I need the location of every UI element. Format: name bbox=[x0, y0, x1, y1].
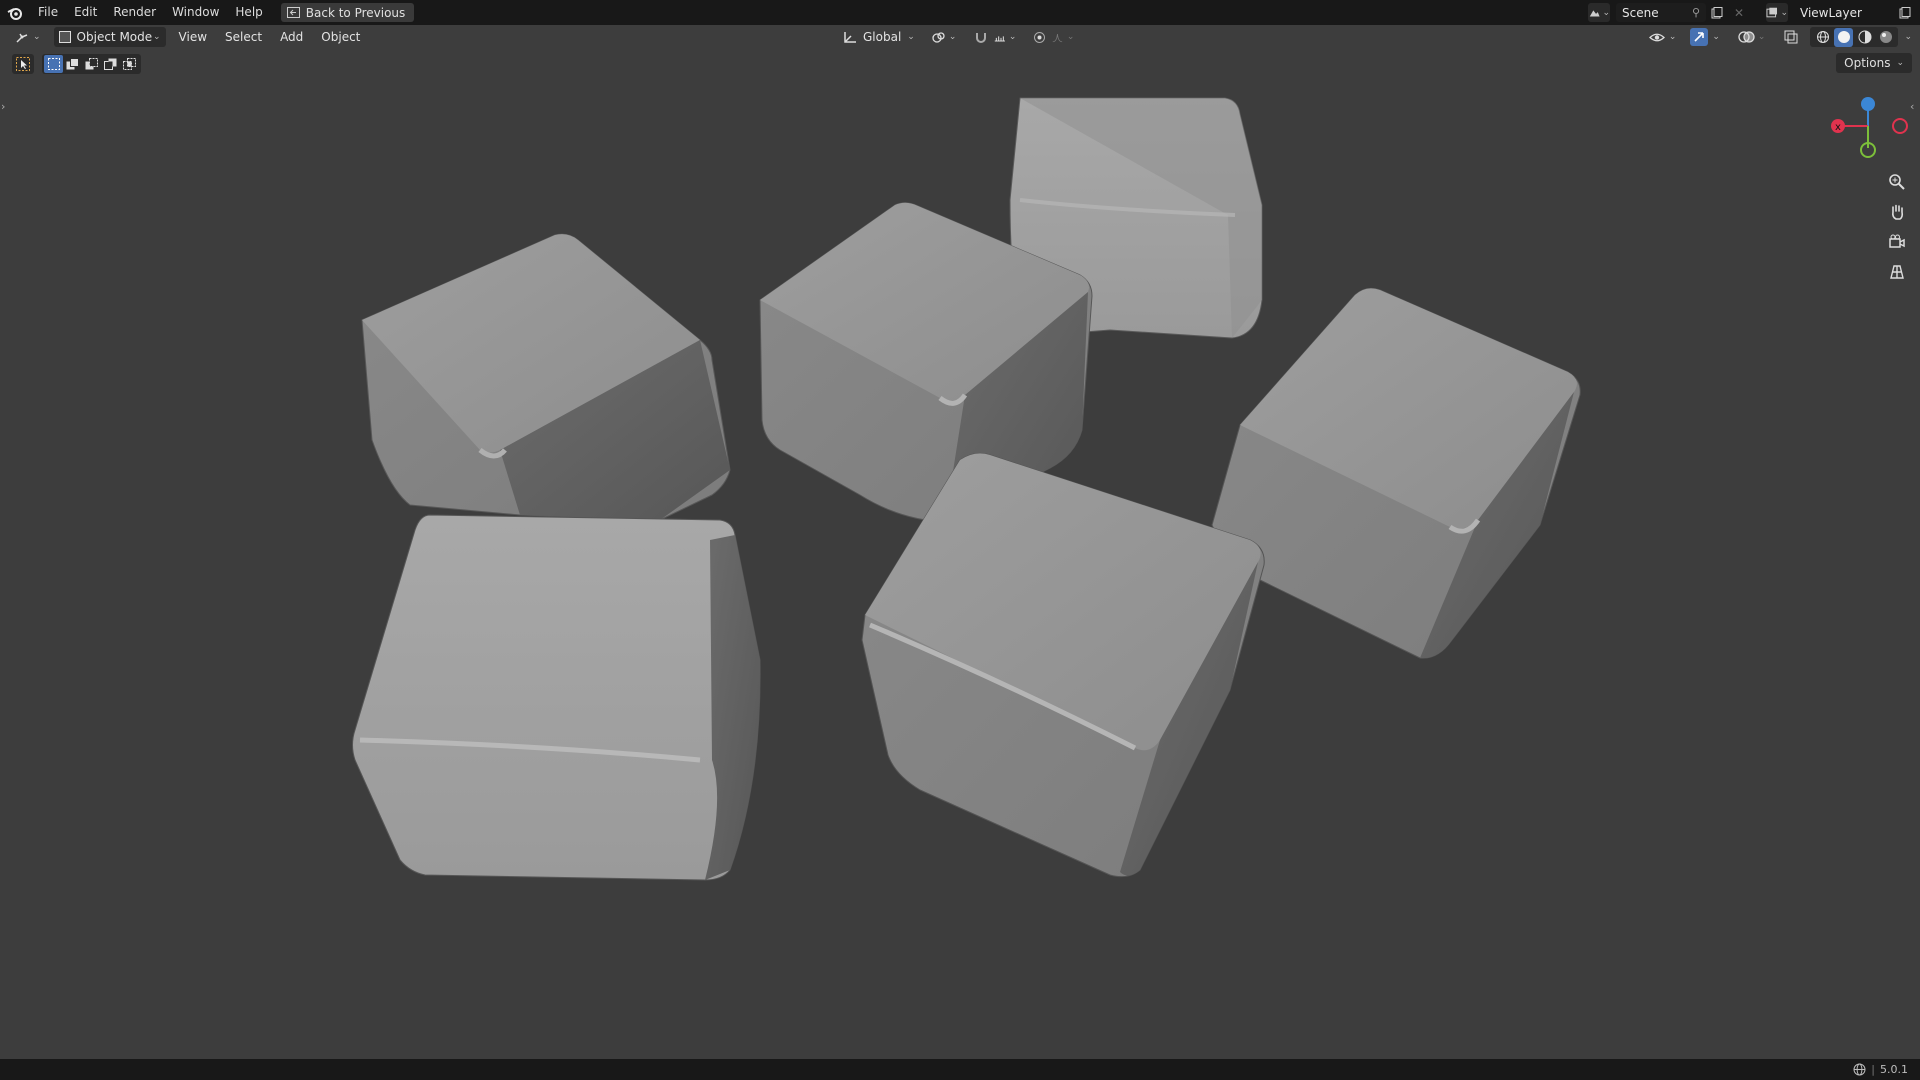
object-mode-icon bbox=[58, 31, 71, 43]
menu-view[interactable]: View bbox=[170, 25, 216, 49]
viewport-header: ⌄ Object Mode ⌄ View Select Add Object G… bbox=[0, 25, 1920, 49]
view-layer-name-text: ViewLayer bbox=[1800, 5, 1862, 20]
pivot-point-dropdown[interactable]: ⌄ bbox=[926, 27, 962, 47]
orientation-label: Global bbox=[863, 30, 902, 44]
menu-help[interactable]: Help bbox=[227, 0, 270, 25]
camera-view-icon[interactable] bbox=[1883, 228, 1911, 256]
view-layer-selector: ⌄ ViewLayer ✕ bbox=[1766, 0, 1920, 25]
menu-window[interactable]: Window bbox=[164, 0, 227, 25]
scene-name-text: Scene bbox=[1622, 5, 1659, 20]
zoom-icon[interactable] bbox=[1883, 168, 1911, 196]
menu-add[interactable]: Add bbox=[271, 25, 312, 49]
proportional-editing-icon[interactable] bbox=[1028, 28, 1050, 47]
svg-text:x: x bbox=[1835, 122, 1841, 133]
right-tools: ⌄ ⌄ ⌄ ⌄ bbox=[1644, 27, 1912, 47]
status-bar: | 5.0.1 bbox=[0, 1059, 1920, 1080]
mode-label: Object Mode bbox=[76, 30, 153, 44]
toolbar-toggle-chevron-right-icon[interactable]: › bbox=[1, 100, 5, 113]
globe-icon bbox=[1853, 1063, 1866, 1076]
cube-object[interactable] bbox=[361, 233, 731, 521]
back-to-previous-button[interactable]: Back to Previous bbox=[280, 3, 415, 22]
snap-target-icon[interactable]: ⌄ bbox=[994, 28, 1016, 47]
shading-mode-group bbox=[1810, 27, 1899, 47]
back-icon bbox=[286, 7, 300, 18]
shading-options-chevron-icon[interactable]: ⌄ bbox=[1904, 32, 1912, 42]
gizmo-z-axis-icon[interactable] bbox=[1861, 97, 1875, 111]
solid-shading-icon[interactable] bbox=[1834, 27, 1854, 47]
scene-selector: ⌄ Scene ⚲ ✕ bbox=[1588, 0, 1750, 25]
menu-file[interactable]: File bbox=[30, 0, 66, 25]
snap-group: ⌄ bbox=[967, 27, 1019, 47]
center-tools: Global ⌄ ⌄ ⌄ ⌄ bbox=[838, 27, 1077, 47]
cube-object[interactable] bbox=[352, 514, 761, 881]
view-layer-name-field[interactable]: ViewLayer bbox=[1794, 3, 1894, 22]
material-preview-shading-icon[interactable] bbox=[1855, 28, 1874, 47]
scene-type-icon[interactable]: ⌄ bbox=[1588, 3, 1610, 22]
visibility-dropdown[interactable]: ⌄ bbox=[1644, 27, 1682, 47]
editor-type-button[interactable]: ⌄ bbox=[10, 27, 46, 47]
version-info: | 5.0.1 bbox=[1853, 1063, 1920, 1076]
delete-scene-icon[interactable]: ✕ bbox=[1728, 3, 1750, 22]
pin-icon[interactable]: ⚲ bbox=[1692, 6, 1700, 19]
menu-object[interactable]: Object bbox=[312, 25, 369, 49]
orientation-icon bbox=[844, 31, 856, 43]
gizmo-toggle-icon[interactable] bbox=[1690, 28, 1709, 46]
gizmos-dropdown[interactable]: ⌄ bbox=[1685, 27, 1725, 47]
menu-edit[interactable]: Edit bbox=[66, 0, 105, 25]
view-layer-type-icon[interactable]: ⌄ bbox=[1766, 3, 1788, 22]
gizmo-negative-x-icon[interactable] bbox=[1892, 118, 1908, 134]
top-menu-bar: File Edit Render Window Help Back to Pre… bbox=[0, 0, 1920, 25]
xray-toggle-icon[interactable] bbox=[1780, 28, 1802, 47]
pan-hand-icon[interactable] bbox=[1883, 198, 1911, 226]
mode-selector[interactable]: Object Mode ⌄ bbox=[53, 27, 166, 47]
editor-type-icon bbox=[16, 33, 28, 43]
perspective-grid-icon[interactable] bbox=[1883, 258, 1911, 286]
menu-select[interactable]: Select bbox=[216, 25, 271, 49]
back-to-previous-label: Back to Previous bbox=[305, 5, 406, 20]
new-scene-icon[interactable] bbox=[1706, 3, 1728, 22]
wireframe-shading-icon[interactable] bbox=[1813, 28, 1832, 47]
version-text: 5.0.1 bbox=[1880, 1063, 1908, 1076]
eye-icon bbox=[1648, 33, 1665, 41]
navigation-gizmo[interactable]: x bbox=[1824, 92, 1914, 162]
new-view-layer-icon[interactable] bbox=[1894, 3, 1916, 22]
blender-logo-icon[interactable] bbox=[0, 0, 30, 25]
snap-toggle-icon[interactable] bbox=[970, 28, 992, 47]
overlays-icon bbox=[1738, 31, 1755, 43]
scene-name-field[interactable]: Scene ⚲ bbox=[1616, 3, 1706, 22]
chevron-down-icon: ⌄ bbox=[153, 32, 161, 42]
rendered-shading-icon[interactable] bbox=[1876, 28, 1895, 47]
falloff-icon[interactable]: ⌄ bbox=[1052, 28, 1074, 47]
cube-object[interactable] bbox=[1211, 287, 1581, 659]
overlays-dropdown[interactable]: ⌄ bbox=[1733, 27, 1771, 47]
viewport-3d-scene[interactable] bbox=[0, 49, 1920, 1059]
proportional-editing-group: ⌄ bbox=[1025, 27, 1077, 47]
pivot-icon bbox=[932, 31, 945, 43]
menu-render[interactable]: Render bbox=[105, 0, 164, 25]
transform-orientation-dropdown[interactable]: Global ⌄ bbox=[838, 27, 920, 47]
delete-view-layer-icon[interactable]: ✕ bbox=[1916, 3, 1920, 22]
